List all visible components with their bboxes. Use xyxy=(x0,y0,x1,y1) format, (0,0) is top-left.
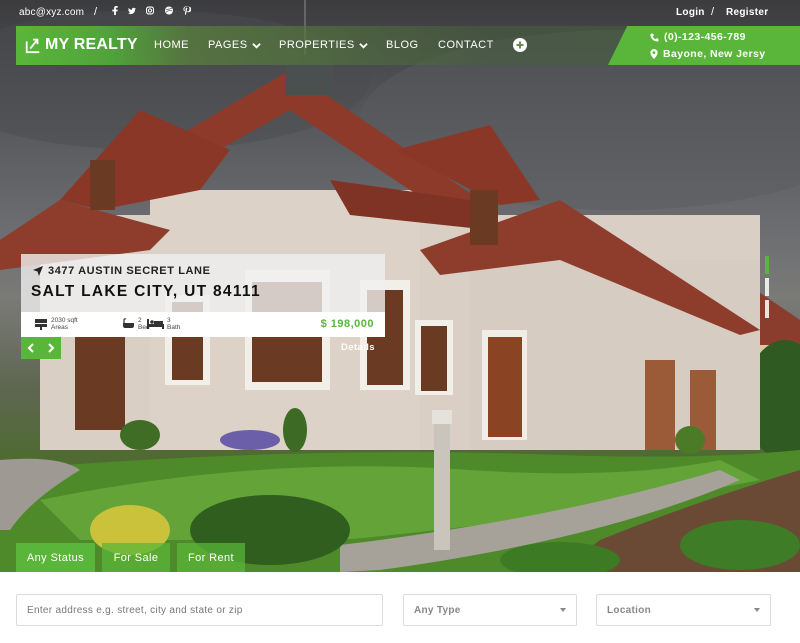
tab-for-sale[interactable]: For Sale xyxy=(102,543,170,572)
login-link[interactable]: Login xyxy=(676,7,705,18)
nav-properties[interactable]: PROPERTIES xyxy=(279,39,368,51)
nav-contact[interactable]: CONTACT xyxy=(438,39,494,51)
property-city: SALT LAKE CITY, UT 84111 xyxy=(31,283,261,300)
brand-logo[interactable]: MY REALTY xyxy=(24,34,138,56)
top-bar: abc@xyz.com / Login / Register xyxy=(0,0,800,24)
bed-icon xyxy=(147,319,164,329)
dribbble-icon[interactable] xyxy=(165,6,173,15)
slide-indicator-1[interactable] xyxy=(765,256,769,274)
details-link[interactable]: Details xyxy=(341,342,375,353)
slide-indicator-3[interactable] xyxy=(765,300,769,318)
separator: / xyxy=(94,6,98,18)
phone-number: (0)-123-456-789 xyxy=(664,31,746,43)
nav-blog-label: BLOG xyxy=(386,39,419,51)
nav-properties-label: PROPERTIES xyxy=(279,39,355,51)
phone-line[interactable]: (0)-123-456-789 xyxy=(650,31,746,43)
email-link[interactable]: abc@xyz.com xyxy=(19,7,84,18)
address-field[interactable] xyxy=(16,594,383,626)
nav-home-label: HOME xyxy=(154,39,189,51)
facebook-icon[interactable] xyxy=(111,6,119,15)
nav-home[interactable]: HOME xyxy=(154,39,189,51)
pinterest-icon[interactable] xyxy=(183,6,191,15)
nav-blog[interactable]: BLOG xyxy=(386,39,419,51)
location-arrow-icon xyxy=(33,266,43,276)
type-select-value: Any Type xyxy=(414,604,461,616)
slider-arrows xyxy=(21,337,61,359)
nav-pages[interactable]: PAGES xyxy=(208,39,261,51)
street-text: 3477 AUSTIN SECRET LANE xyxy=(48,265,211,277)
caret-down-icon xyxy=(560,608,566,612)
property-card[interactable]: 3477 AUSTIN SECRET LANE SALT LAKE CITY, … xyxy=(21,254,385,337)
search-bar: Any Type Location xyxy=(0,572,800,643)
nav-pages-label: PAGES xyxy=(208,39,248,51)
location-select-value: Location xyxy=(607,604,652,616)
tab-any-status[interactable]: Any Status xyxy=(16,543,95,572)
slider-indicators xyxy=(765,256,769,322)
property-stats: 2030 sqft Areas 2 Bed 3 Bath $ 198,000 xyxy=(21,312,385,337)
property-street: 3477 AUSTIN SECRET LANE xyxy=(33,265,211,277)
location-text: Bayone, New Jersy xyxy=(663,48,766,60)
hero-banner: abc@xyz.com / Login / Register MY REALTY xyxy=(0,0,800,572)
plus-circle-icon[interactable] xyxy=(513,38,527,52)
chevron-right-icon[interactable] xyxy=(47,343,55,353)
baths-label: Bath xyxy=(167,324,181,331)
twitter-icon[interactable] xyxy=(128,6,136,15)
bathtub-icon xyxy=(123,318,134,328)
stat-beds: 2 Bed xyxy=(122,317,150,331)
contact-info-box: (0)-123-456-789 Bayone, New Jersy xyxy=(608,26,800,65)
location-select[interactable]: Location xyxy=(596,594,771,626)
house-arrow-icon xyxy=(25,38,40,54)
separator: / xyxy=(711,6,715,18)
caret-down-icon xyxy=(754,608,760,612)
tab-for-rent[interactable]: For Rent xyxy=(177,543,245,572)
slide-indicator-2[interactable] xyxy=(765,278,769,296)
baths-value: 3 xyxy=(167,317,171,324)
nav-contact-label: CONTACT xyxy=(438,39,494,51)
area-value: 2030 sqft xyxy=(51,317,78,324)
brand-name: MY REALTY xyxy=(45,36,138,53)
address-input[interactable] xyxy=(27,604,382,616)
chevron-down-icon xyxy=(251,42,261,49)
instagram-icon[interactable] xyxy=(146,6,154,15)
chevron-left-icon[interactable] xyxy=(27,343,35,353)
property-price: $ 198,000 xyxy=(320,318,374,330)
stat-baths: 3 Bath xyxy=(147,317,180,331)
map-marker-icon xyxy=(650,49,658,59)
phone-icon xyxy=(650,32,659,42)
chevron-down-icon xyxy=(358,42,368,49)
register-link[interactable]: Register xyxy=(726,7,768,18)
type-select[interactable]: Any Type xyxy=(403,594,577,626)
area-label: Areas xyxy=(51,324,68,331)
location-line: Bayone, New Jersy xyxy=(650,48,766,60)
stat-area: 2030 sqft Areas xyxy=(34,317,78,331)
area-sign-icon xyxy=(35,319,47,330)
